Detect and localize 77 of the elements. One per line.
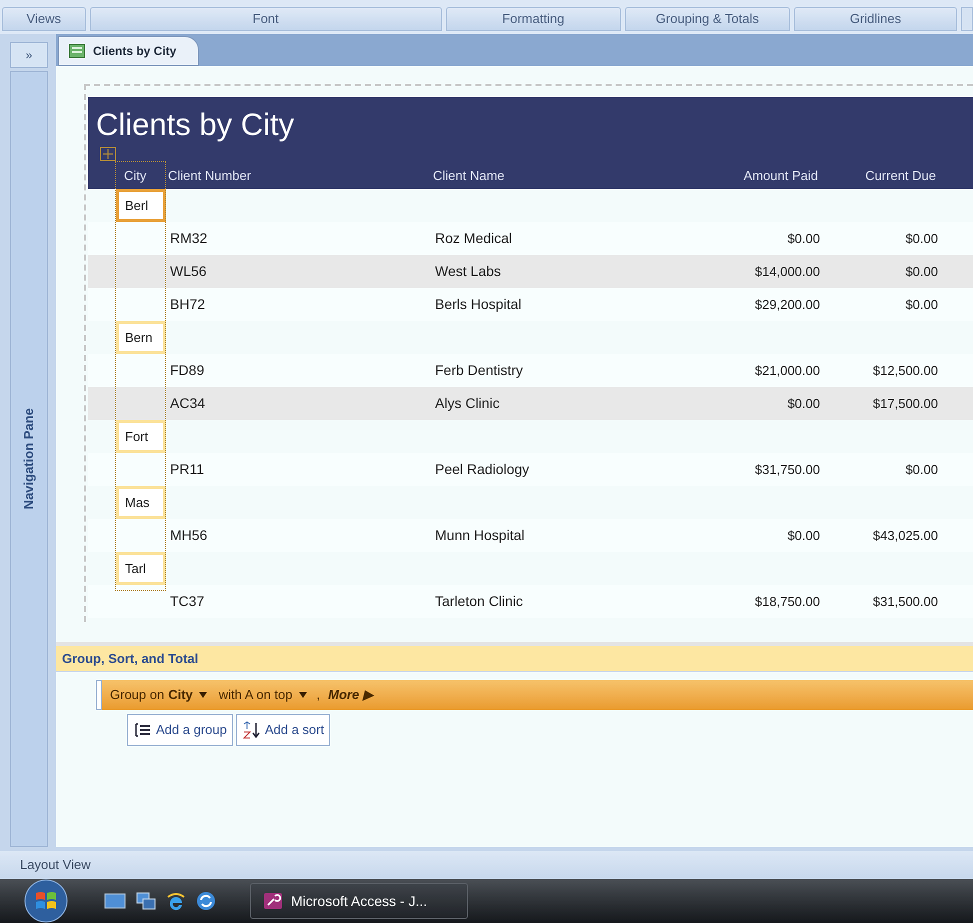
table-cell: $0.00 [905,264,938,279]
move-handle-icon[interactable] [100,147,116,161]
table-cell: Roz Medical [435,230,512,246]
ribbon-group-label: Views [2,7,86,31]
table-cell: PR11 [170,461,204,477]
table-cell: BH72 [170,296,206,312]
table-cell: WL56 [170,263,207,279]
table-cell: Tarleton Clinic [435,593,523,609]
ribbon-group-label: Gridlines [794,7,958,31]
table-cell: $0.00 [905,296,938,312]
add-button[interactable]: Add a group [127,714,233,746]
start-button[interactable] [22,879,70,923]
table-cell: FD89 [170,362,204,378]
status-text: Layout View [20,856,91,874]
city-cell[interactable]: Mas [116,486,166,519]
field-dropdown[interactable]: City [168,685,193,705]
table-cell: $29,200.00 [754,296,820,312]
table-cell: AC34 [170,395,206,411]
table-cell: $31,750.00 [754,462,820,477]
table-cell: $0.00 [905,230,938,246]
table-cell: Munn Hospital [435,527,524,543]
more-link[interactable]: More ▶ [328,685,373,705]
table-cell: $31,500.00 [872,594,938,609]
desktop-icon[interactable] [104,892,126,910]
ribbon-group-label: Formatting [446,7,621,31]
sort-icon [242,721,260,739]
browser-icon[interactable] [166,891,186,911]
table-cell: $12,500.00 [872,362,938,378]
table-cell: $0.00 [787,230,820,246]
column-header: Current Due [865,168,936,184]
city-cell[interactable]: Bern [116,321,166,354]
navigation-pane[interactable]: Navigation Pane [10,71,48,847]
windows-icon[interactable] [136,892,156,910]
grip-handle[interactable] [96,680,102,710]
table-cell: West Labs [435,263,501,279]
column-header: Amount Paid [744,168,818,184]
add-button[interactable]: Add a sort [236,714,330,746]
group-bar[interactable]: Group on City with A on top , More ▶ [102,680,973,710]
navigation-pane-label: Navigation Pane [20,408,38,510]
separator-text: , [316,686,320,704]
order-dropdown[interactable]: with A on top [218,685,292,705]
report-title: Clients by City [95,106,296,143]
taskbar-button[interactable]: Microsoft Access - J... [250,883,468,919]
city-cell[interactable]: Fort [116,420,166,453]
ribbon-group-label: Font [90,7,442,31]
tab-label: Clients by City [93,43,176,60]
document-tab[interactable]: Clients by City [58,36,200,66]
table-cell: TC37 [170,593,204,609]
table-cell: Peel Radiology [435,461,530,477]
sync-icon[interactable] [196,891,216,911]
table-cell: $0.00 [905,462,938,477]
key-icon [263,892,283,910]
table-cell: $18,750.00 [754,594,820,609]
ribbon-group-label: Grouping & Totals [624,7,790,31]
table-cell: $14,000.00 [754,264,820,279]
column-header: City [124,168,146,184]
city-cell[interactable]: Berl [116,189,166,222]
table-cell: Alys Clinic [435,395,500,411]
pane-title: Group, Sort, and Total [56,646,973,672]
city-cell[interactable]: Tarl [116,552,166,585]
group-label: Group on [110,686,164,704]
table-cell: $43,025.00 [872,528,938,543]
table-cell: Berls Hospital [435,296,522,312]
table-cell: $21,000.00 [754,362,820,378]
table-cell: $0.00 [787,396,820,411]
report-icon [69,44,85,58]
column-header: Client Number [168,168,252,184]
expand-button[interactable]: » [10,42,48,68]
group-icon [133,723,151,737]
table-cell: MH56 [170,527,208,543]
dropdown-arrow-icon[interactable] [198,692,207,698]
table-cell: RM32 [170,230,208,246]
column-header: Client Name [433,168,505,184]
table-cell: $17,500.00 [872,396,938,411]
dropdown-arrow-icon[interactable] [298,692,306,698]
table-cell: $0.00 [787,528,820,543]
table-cell: Ferb Dentistry [435,362,523,378]
